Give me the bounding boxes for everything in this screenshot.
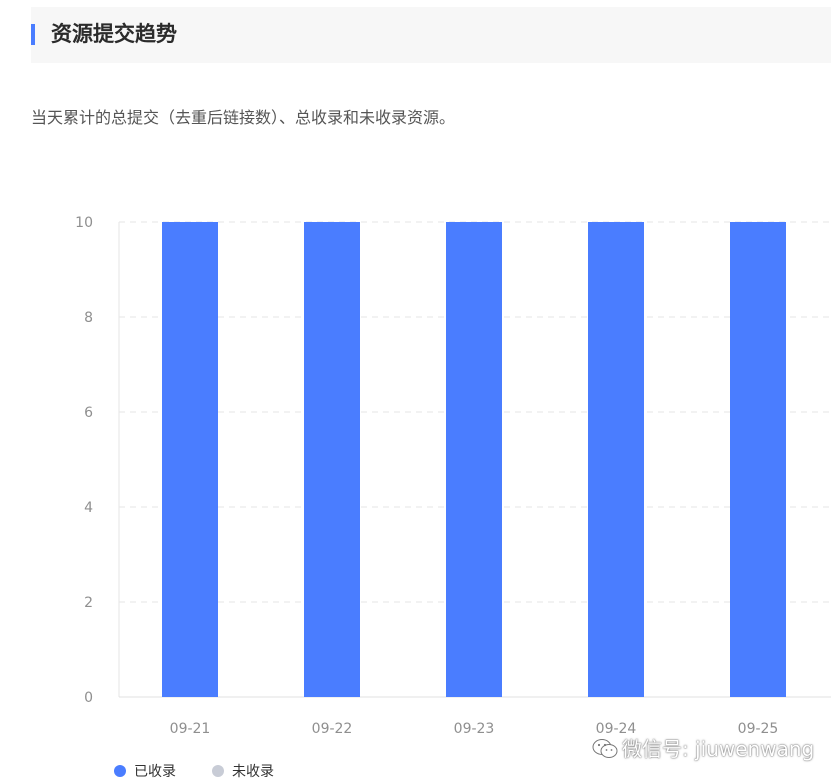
y-tick-label-4: 4 xyxy=(84,500,93,516)
legend-item-not-indexed[interactable]: 未收录 xyxy=(212,761,274,781)
x-tick-label-09-21: 09-21 xyxy=(170,721,211,737)
legend-label-indexed: 已收录 xyxy=(134,761,176,781)
chart-legend: 已收录 未收录 xyxy=(114,760,310,782)
y-tick-label-2: 2 xyxy=(84,595,93,611)
bars xyxy=(162,222,786,697)
legend-label-not-indexed: 未收录 xyxy=(232,761,274,781)
bar-09-21-series-0 xyxy=(162,222,218,697)
legend-dot-not-indexed xyxy=(212,765,224,777)
x-tick-label-09-22: 09-22 xyxy=(312,721,353,737)
y-tick-label-0: 0 xyxy=(84,690,93,706)
section-header: 资源提交趋势 xyxy=(31,7,831,63)
y-tick-label-6: 6 xyxy=(84,405,93,421)
y-tick-label-10: 10 xyxy=(75,215,93,231)
bar-09-23-series-0 xyxy=(446,222,502,697)
bar-09-25-series-0 xyxy=(730,222,786,697)
legend-dot-indexed xyxy=(114,765,126,777)
wechat-icon xyxy=(592,738,616,758)
section-title: 资源提交趋势 xyxy=(51,20,177,48)
title-accent-bar xyxy=(31,24,35,45)
bar-09-22-series-0 xyxy=(304,222,360,697)
chart-description: 当天累计的总提交（去重后链接数）、总收录和未收录资源。 xyxy=(31,106,455,130)
watermark-text: 微信号: jiuwenwang xyxy=(622,733,814,762)
x-tick-label-09-23: 09-23 xyxy=(454,721,495,737)
bar-chart: 024681009-2109-2209-2309-2409-25 xyxy=(0,150,831,750)
y-tick-label-8: 8 xyxy=(84,310,93,326)
bar-09-24-series-0 xyxy=(588,222,644,697)
watermark: 微信号: jiuwenwang xyxy=(592,733,814,762)
legend-item-indexed[interactable]: 已收录 xyxy=(114,761,176,781)
